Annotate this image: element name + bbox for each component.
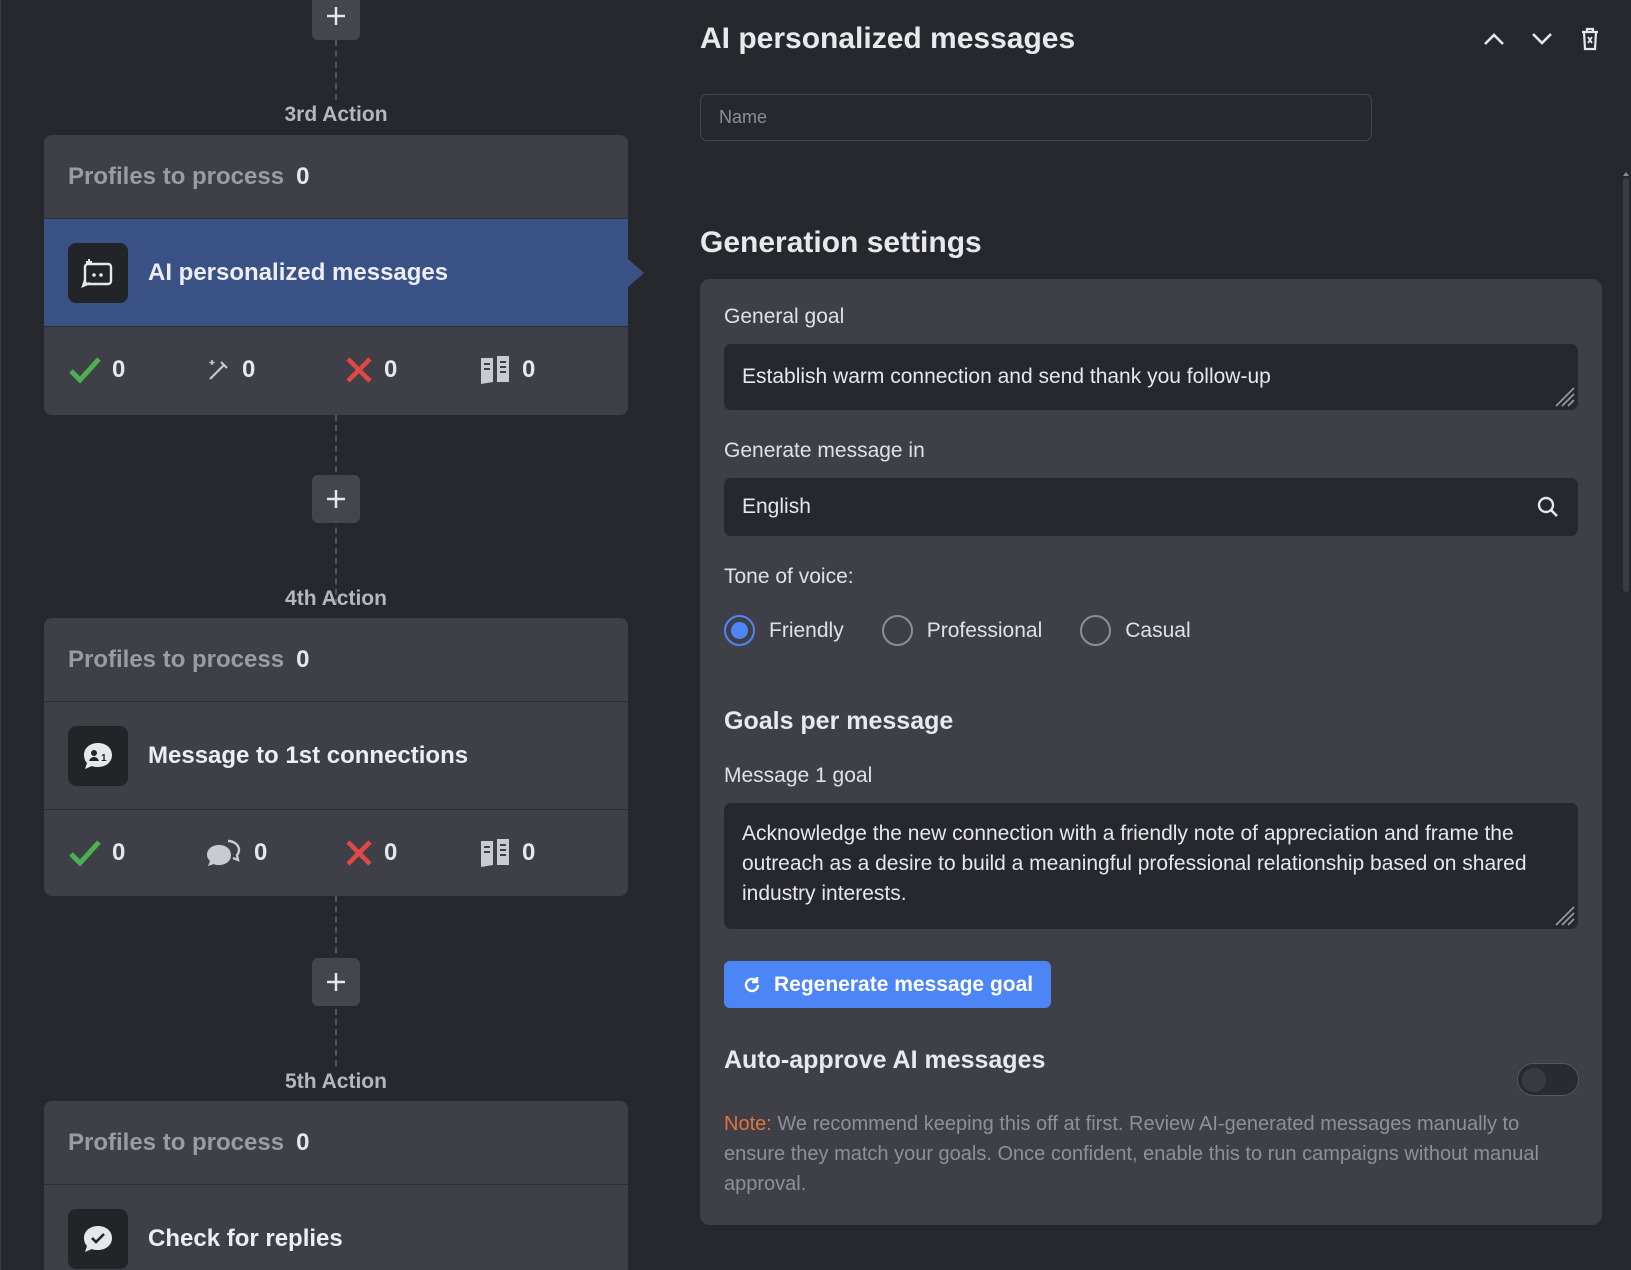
action-label: 5th Action [285,1070,387,1093]
tone-friendly-radio[interactable]: Friendly [724,615,844,646]
plus-icon [327,7,345,25]
x-icon [346,840,372,866]
magic-wand-icon [209,360,228,380]
header-tools [1481,24,1603,54]
delete-button[interactable] [1577,24,1603,54]
resize-handle-icon[interactable] [1550,382,1576,408]
general-goal-value: Establish warm connection and send thank… [742,365,1271,388]
chat-bubbles-icon [207,839,241,866]
scroll-up-arrow[interactable] [1623,172,1629,176]
workflow-panel: 3rd Action Profiles to process 0 AI pers… [0,0,660,1270]
search-icon [1537,496,1558,517]
regenerate-goal-button[interactable]: Regenerate message goal [724,961,1052,1008]
action-card-4: Profiles to process 0 1 Message to 1st c… [44,618,628,896]
stat-skipped: 0 [478,354,535,386]
note-text: We recommend keeping this off at first. … [724,1113,1539,1195]
action-card-3: Profiles to process 0 AI personalized me… [44,135,644,415]
app-root: 3rd Action Profiles to process 0 AI pers… [0,0,1631,1270]
action-ai-personalized-messages[interactable]: AI personalized messages [44,219,644,327]
language-label: Generate message in [724,439,925,462]
profiles-to-process: Profiles to process 0 [44,618,628,702]
chevron-up-icon [1484,33,1504,45]
action-title: AI personalized messages [148,258,449,286]
check-icon [69,357,101,384]
general-goal-label: General goal [724,305,845,328]
refresh-icon [744,976,760,992]
svg-text:1: 1 [101,753,107,764]
document-icon [481,356,509,384]
trash-icon [1582,27,1598,51]
stat-replied: 0 [206,837,267,869]
message1-goal-label: Message 1 goal [724,764,873,787]
general-goal-textarea[interactable]: Establish warm connection and send thank… [724,344,1578,410]
stat-success: 0 [68,355,125,385]
plus-icon [327,973,345,991]
auto-approve-title: Auto-approve AI messages [724,1046,1046,1074]
tone-radio-group: Friendly Professional Casual [724,615,1229,646]
radio-unselected-icon [881,615,913,646]
action-label: 4th Action [285,587,387,610]
x-icon [346,357,372,383]
stat-success: 0 [68,838,125,868]
auto-approve-toggle[interactable] [1517,1063,1579,1096]
language-select[interactable]: English [724,478,1578,536]
action-stats: 0 0 0 0 [44,810,628,896]
tone-label: Tone of voice: [724,565,854,588]
message1-goal-textarea[interactable]: Acknowledge the new connection with a fr… [724,803,1578,929]
stat-failed: 0 [344,355,397,385]
name-input[interactable] [700,94,1372,141]
check-replies-icon [68,1208,128,1269]
profiles-label: Profiles to process [68,162,285,190]
action-title: Message to 1st connections [148,741,469,769]
scrollbar[interactable] [1623,178,1629,592]
message-person-icon: 1 [68,725,128,786]
connector-line [335,40,337,100]
document-icon [481,839,509,867]
profiles-label: Profiles to process [68,1128,285,1156]
profiles-to-process: Profiles to process 0 [44,1101,628,1185]
ai-message-icon [68,242,128,303]
note-tag: Note: [724,1113,772,1135]
profiles-label: Profiles to process [68,645,285,673]
chevron-down-icon [1532,33,1552,45]
profiles-count: 0 [296,645,310,673]
add-action-button[interactable] [312,958,360,1006]
stat-failed: 0 [344,838,397,868]
generation-settings-card: General goal Establish warm connection a… [700,279,1602,1225]
move-up-button[interactable] [1481,24,1507,54]
radio-selected-icon [724,615,755,646]
add-action-button[interactable] [312,0,360,40]
settings-panel: AI personalized messages Generation sett… [700,0,1631,1270]
action-message-to-1st-connections[interactable]: 1 Message to 1st connections [44,702,628,810]
move-down-button[interactable] [1529,24,1555,54]
stat-skipped: 0 [478,837,535,869]
profiles-count: 0 [296,1128,310,1156]
radio-unselected-icon [1080,615,1112,646]
section-title: Generation settings [700,226,982,259]
language-value: English [742,495,811,518]
tone-professional-radio[interactable]: Professional [881,615,1042,646]
action-label: 3rd Action [284,103,388,126]
add-action-button[interactable] [312,475,360,523]
auto-approve-note: Note: We recommend keeping this off at f… [724,1109,1578,1199]
resize-handle-icon[interactable] [1550,901,1576,927]
message1-goal-value: Acknowledge the new connection with a fr… [742,822,1527,905]
plus-icon [327,490,345,508]
page-title: AI personalized messages [700,22,1076,55]
goals-title: Goals per message [724,707,954,735]
profiles-to-process: Profiles to process 0 [44,135,628,219]
action-title: Check for replies [148,1224,343,1252]
action-stats: 0 0 0 0 [44,327,628,413]
action-card-5: Profiles to process 0 Check for replies [44,1101,628,1270]
check-icon [69,840,101,867]
action-check-for-replies[interactable]: Check for replies [44,1185,628,1270]
stat-generated: 0 [206,356,255,384]
profiles-count: 0 [296,162,310,190]
tone-casual-radio[interactable]: Casual [1080,615,1191,646]
